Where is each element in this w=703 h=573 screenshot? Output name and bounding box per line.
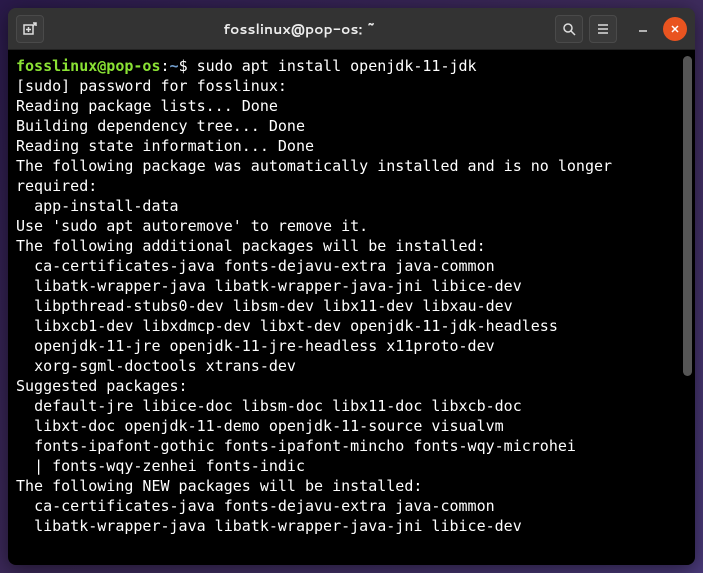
new-tab-button[interactable] xyxy=(16,15,44,43)
output-line: libxcb1-dev libxdmcp-dev libxt-dev openj… xyxy=(16,317,558,335)
prompt-user-host: fosslinux@pop-os xyxy=(16,57,161,75)
output-line: Use 'sudo apt autoremove' to remove it. xyxy=(16,217,368,235)
output-line: [sudo] password for fosslinux: xyxy=(16,77,296,95)
prompt-separator-colon: : xyxy=(161,57,170,75)
minimize-icon xyxy=(638,24,648,34)
output-line: The following package was automatically … xyxy=(16,157,621,195)
output-line: The following NEW packages will be insta… xyxy=(16,477,422,495)
output-line: ca-certificates-java fonts-dejavu-extra … xyxy=(16,257,495,275)
output-line: libxt-doc openjdk-11-demo openjdk-11-sou… xyxy=(16,417,504,435)
prompt-command: sudo apt install openjdk-11-jdk xyxy=(197,57,477,75)
search-icon xyxy=(562,22,576,36)
prompt-path: ~ xyxy=(170,57,179,75)
window-controls xyxy=(631,17,687,41)
window-title: fosslinux@pop-os: ~ xyxy=(44,19,555,39)
hamburger-icon xyxy=(596,22,610,36)
output-line: libatk-wrapper-java libatk-wrapper-java-… xyxy=(16,517,522,535)
close-icon xyxy=(670,24,680,34)
menu-button[interactable] xyxy=(589,15,617,43)
output-line: Reading package lists... Done xyxy=(16,97,278,115)
titlebar-right xyxy=(555,15,687,43)
output-line: The following additional packages will b… xyxy=(16,237,486,255)
close-button[interactable] xyxy=(663,17,687,41)
output-line: xorg-sgml-doctools xtrans-dev xyxy=(16,357,296,375)
output-line: ca-certificates-java fonts-dejavu-extra … xyxy=(16,497,495,515)
output-line: | fonts-wqy-zenhei fonts-indic xyxy=(16,457,305,475)
output-line: default-jre libice-doc libsm-doc libx11-… xyxy=(16,397,522,415)
search-button[interactable] xyxy=(555,15,583,43)
minimize-button[interactable] xyxy=(631,17,655,41)
output-line: openjdk-11-jre openjdk-11-jre-headless x… xyxy=(16,337,495,355)
output-line: Suggested packages: xyxy=(16,377,188,395)
output-line: Building dependency tree... Done xyxy=(16,117,305,135)
new-tab-icon xyxy=(23,22,37,36)
titlebar-left xyxy=(16,15,44,43)
terminal-body[interactable]: fosslinux@pop-os:~$ sudo apt install ope… xyxy=(8,50,695,565)
output-line: libpthread-stubs0-dev libsm-dev libx11-d… xyxy=(16,297,513,315)
output-line: fonts-ipafont-gothic fonts-ipafont-minch… xyxy=(16,437,576,455)
prompt-separator-dollar: $ xyxy=(179,57,197,75)
terminal-window: fosslinux@pop-os: ~ xyxy=(8,8,695,565)
output-line: Reading state information... Done xyxy=(16,137,314,155)
output-line: libatk-wrapper-java libatk-wrapper-java-… xyxy=(16,277,522,295)
titlebar: fosslinux@pop-os: ~ xyxy=(8,8,695,50)
scrollbar-thumb[interactable] xyxy=(683,56,692,376)
terminal-content: fosslinux@pop-os:~$ sudo apt install ope… xyxy=(16,56,687,536)
output-line: app-install-data xyxy=(16,197,179,215)
